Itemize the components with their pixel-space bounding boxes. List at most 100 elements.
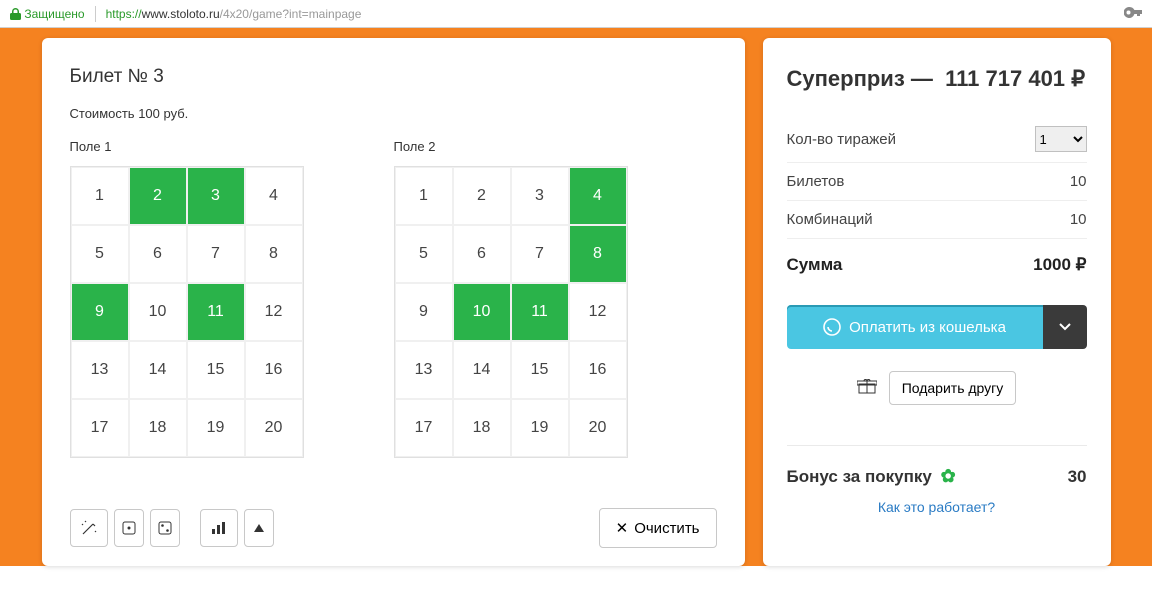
number-cell[interactable]: 4 (245, 167, 303, 225)
number-cell[interactable]: 12 (569, 283, 627, 341)
secure-indicator: Защищено (10, 7, 85, 21)
number-cell[interactable]: 2 (129, 167, 187, 225)
pay-from-wallet-button[interactable]: Оплатить из кошелька (787, 305, 1043, 349)
number-cell[interactable]: 13 (395, 341, 453, 399)
superprize-value: 111 717 401 ₽ (945, 66, 1085, 91)
number-cell[interactable]: 1 (71, 167, 129, 225)
wallet-icon (823, 318, 841, 336)
gift-button-label: Подарить другу (902, 380, 1004, 396)
tickets-label: Билетов (787, 173, 845, 190)
number-cell[interactable]: 2 (453, 167, 511, 225)
number-cell[interactable]: 11 (511, 283, 569, 341)
number-cell[interactable]: 3 (187, 167, 245, 225)
row-combos: Комбинаций 10 (787, 201, 1087, 239)
number-cell[interactable]: 19 (187, 399, 245, 457)
number-cell[interactable]: 17 (71, 399, 129, 457)
url-protocol: https:// (106, 7, 142, 21)
number-cell[interactable]: 18 (129, 399, 187, 457)
combos-value: 10 (1070, 211, 1087, 228)
total-value: 1000 ₽ (1033, 255, 1086, 275)
bar-chart-icon (211, 521, 227, 535)
ticket-panel: Билет № 3 Стоимость 100 руб. Поле 1 1234… (42, 38, 745, 566)
superprize-label: Суперприз — (787, 66, 933, 91)
magic-wand-button[interactable] (70, 509, 108, 547)
number-cell[interactable]: 14 (453, 341, 511, 399)
combos-label: Комбинаций (787, 211, 873, 228)
field-2-grid: 1234567891011121314151617181920 (394, 166, 628, 458)
number-cell[interactable]: 6 (453, 225, 511, 283)
ticket-toolbar: ✕ Очистить (70, 508, 717, 548)
dice-1-button[interactable] (114, 509, 144, 547)
summary-panel: Суперприз — 111 717 401 ₽ Кол-во тиражей… (763, 38, 1111, 566)
divider (95, 6, 96, 22)
dice-2-button[interactable] (150, 509, 180, 547)
gift-icon (857, 378, 877, 399)
stats-button[interactable] (200, 509, 238, 547)
row-tickets: Билетов 10 (787, 163, 1087, 201)
bonus-label: Бонус за покупку (787, 467, 932, 486)
total-label: Сумма (787, 255, 843, 275)
number-cell[interactable]: 5 (395, 225, 453, 283)
number-cell[interactable]: 15 (187, 341, 245, 399)
field-1-grid: 1234567891011121314151617181920 (70, 166, 304, 458)
magic-wand-icon (80, 519, 98, 537)
field-2: Поле 2 1234567891011121314151617181920 (394, 139, 628, 458)
url-path: /4x20/game?int=mainpage (220, 7, 362, 21)
number-cell[interactable]: 7 (511, 225, 569, 283)
dice-2-icon (158, 521, 172, 535)
number-cell[interactable]: 8 (569, 225, 627, 283)
number-cell[interactable]: 13 (71, 341, 129, 399)
number-cell[interactable]: 20 (245, 399, 303, 457)
clover-icon: ✿ (941, 466, 956, 486)
draws-label: Кол-во тиражей (787, 131, 897, 148)
bonus-row: Бонус за покупку ✿ 30 (787, 466, 1087, 487)
superprize: Суперприз — 111 717 401 ₽ (787, 66, 1087, 92)
number-cell[interactable]: 11 (187, 283, 245, 341)
key-icon[interactable] (1124, 7, 1142, 21)
field-1-label: Поле 1 (70, 139, 304, 154)
number-cell[interactable]: 5 (71, 225, 129, 283)
chevron-down-icon (1059, 323, 1071, 331)
number-cell[interactable]: 9 (395, 283, 453, 341)
number-cell[interactable]: 12 (245, 283, 303, 341)
sort-button[interactable] (244, 509, 274, 547)
clear-button-label: Очистить (634, 520, 699, 537)
ticket-title: Билет № 3 (70, 66, 717, 88)
number-cell[interactable]: 6 (129, 225, 187, 283)
url-host: www.stoloto.ru (142, 7, 220, 21)
address-bar: Защищено https://www.stoloto.ru/4x20/gam… (0, 0, 1152, 28)
number-cell[interactable]: 9 (71, 283, 129, 341)
pay-button-label: Оплатить из кошелька (849, 319, 1006, 336)
number-cell[interactable]: 7 (187, 225, 245, 283)
number-cell[interactable]: 19 (511, 399, 569, 457)
row-draws: Кол-во тиражей 1 (787, 116, 1087, 163)
number-cell[interactable]: 16 (569, 341, 627, 399)
number-cell[interactable]: 8 (245, 225, 303, 283)
number-cell[interactable]: 18 (453, 399, 511, 457)
number-cell[interactable]: 10 (129, 283, 187, 341)
field-2-label: Поле 2 (394, 139, 628, 154)
url[interactable]: https://www.stoloto.ru/4x20/game?int=mai… (106, 7, 362, 21)
row-total: Сумма 1000 ₽ (787, 245, 1087, 285)
ticket-cost: Стоимость 100 руб. (70, 106, 717, 121)
number-cell[interactable]: 4 (569, 167, 627, 225)
number-cell[interactable]: 16 (245, 341, 303, 399)
number-cell[interactable]: 1 (395, 167, 453, 225)
lock-icon (10, 8, 21, 20)
close-icon: ✕ (616, 519, 629, 537)
number-cell[interactable]: 15 (511, 341, 569, 399)
field-1: Поле 1 1234567891011121314151617181920 (70, 139, 304, 458)
bonus-value: 30 (1068, 467, 1087, 487)
number-cell[interactable]: 3 (511, 167, 569, 225)
draws-select[interactable]: 1 (1035, 126, 1087, 152)
dice-1-icon (122, 521, 136, 535)
triangle-up-icon (254, 524, 264, 532)
gift-to-friend-button[interactable]: Подарить другу (889, 371, 1017, 405)
pay-dropdown-button[interactable] (1043, 305, 1087, 349)
number-cell[interactable]: 14 (129, 341, 187, 399)
how-it-works-link[interactable]: Как это работает? (787, 499, 1087, 515)
clear-button[interactable]: ✕ Очистить (599, 508, 717, 548)
number-cell[interactable]: 10 (453, 283, 511, 341)
number-cell[interactable]: 20 (569, 399, 627, 457)
number-cell[interactable]: 17 (395, 399, 453, 457)
